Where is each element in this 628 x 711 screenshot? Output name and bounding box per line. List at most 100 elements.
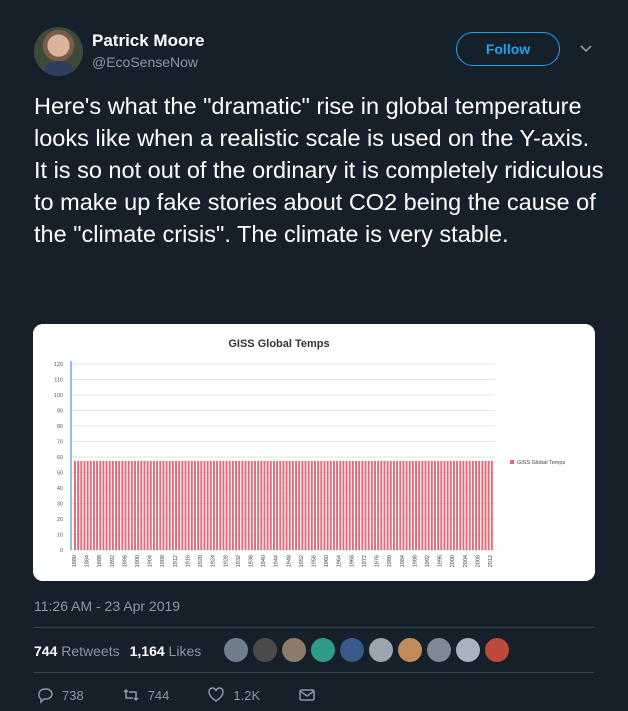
follow-button[interactable]: Follow — [456, 32, 560, 66]
bar — [320, 460, 323, 550]
x-tick-label: 1964 — [337, 555, 343, 567]
x-tick-label: 1972 — [362, 555, 368, 567]
retweet-button[interactable]: 744 — [122, 686, 170, 704]
divider — [34, 627, 594, 628]
author-handle[interactable]: @EcoSenseNow — [92, 54, 198, 70]
x-tick-label: 2008 — [475, 555, 481, 567]
x-tick-label: 1912 — [173, 555, 179, 567]
x-tick-label: 1936 — [248, 555, 254, 567]
bar — [291, 460, 294, 550]
bar — [418, 460, 421, 550]
liker-avatar[interactable] — [485, 638, 509, 662]
bar — [345, 460, 348, 550]
liker-avatar[interactable] — [398, 638, 422, 662]
x-tick-label: 1988 — [412, 555, 418, 567]
bar — [74, 460, 76, 550]
liker-avatar[interactable] — [282, 638, 306, 662]
bar — [244, 460, 247, 550]
chevron-down-icon[interactable] — [578, 40, 594, 56]
bar — [149, 460, 152, 550]
bar — [392, 460, 395, 550]
bar — [225, 460, 228, 550]
retweets-stat[interactable]: 744 Retweets — [34, 643, 120, 659]
bar — [487, 460, 490, 550]
bar — [370, 460, 373, 550]
bar — [430, 460, 433, 550]
bar — [118, 460, 121, 550]
y-tick-label: 110 — [54, 378, 63, 384]
bar — [235, 460, 238, 550]
x-tick-label: 1984 — [400, 555, 406, 567]
bar — [462, 460, 465, 550]
bar — [288, 460, 291, 550]
liker-avatar[interactable] — [253, 638, 277, 662]
retweets-count: 744 — [34, 643, 58, 659]
bar — [124, 460, 127, 550]
y-tick-label: 90 — [57, 409, 63, 415]
y-tick-label: 120 — [54, 362, 63, 368]
bar — [130, 460, 133, 550]
bar — [200, 460, 203, 550]
bar — [260, 460, 263, 550]
bar — [465, 460, 468, 550]
heart-icon — [208, 687, 225, 702]
bar — [272, 460, 275, 550]
bar — [222, 460, 225, 550]
bar — [364, 460, 367, 550]
liker-avatar[interactable] — [224, 638, 248, 662]
retweet-count: 744 — [147, 687, 170, 703]
bar — [269, 460, 272, 550]
y-tick-label: 50 — [57, 471, 63, 477]
liker-avatar[interactable] — [456, 638, 480, 662]
bar — [421, 460, 424, 550]
tweet-timestamp[interactable]: 11:26 AM - 23 Apr 2019 — [34, 598, 180, 614]
bar — [468, 460, 471, 550]
bar — [276, 460, 279, 550]
x-tick-label: 1944 — [274, 555, 280, 567]
bar — [367, 460, 370, 550]
tweet-image-chart[interactable]: GISS Global Temps 0 10 20 30 40 50 60 70 80 90 100… — [33, 324, 595, 581]
y-tick-label: 0 — [60, 548, 63, 554]
bar — [317, 460, 320, 550]
liker-avatar[interactable] — [369, 638, 393, 662]
liker-avatar[interactable] — [311, 638, 335, 662]
bar — [282, 460, 285, 550]
author-name[interactable]: Patrick Moore — [92, 31, 204, 51]
x-tick-label: 1888 — [97, 555, 103, 567]
bar — [342, 460, 345, 550]
liker-avatar[interactable] — [427, 638, 451, 662]
reply-button[interactable]: 738 — [36, 686, 84, 704]
liker-avatar[interactable] — [340, 638, 364, 662]
bar — [156, 460, 159, 550]
bar — [86, 460, 89, 550]
bar — [332, 460, 335, 550]
bar — [484, 460, 487, 550]
likes-stat[interactable]: 1,164 Likes — [130, 643, 202, 659]
bar — [295, 460, 298, 550]
bar — [171, 460, 174, 550]
x-tick-label: 1880 — [72, 555, 78, 567]
bar — [424, 460, 427, 550]
bar — [83, 460, 86, 550]
y-tick-label: 80 — [57, 424, 63, 430]
bar — [175, 460, 178, 550]
bar — [298, 460, 301, 550]
bar — [111, 460, 114, 550]
bar — [266, 460, 269, 550]
x-tick-label: 1892 — [110, 555, 116, 567]
direct-message-button[interactable] — [298, 686, 316, 704]
x-tick-label: 1968 — [349, 555, 355, 567]
author-avatar[interactable] — [34, 27, 83, 76]
like-button[interactable]: 1.2K — [207, 686, 260, 704]
bar — [443, 460, 446, 550]
bar — [383, 460, 386, 550]
bar — [178, 460, 181, 550]
bar — [323, 460, 326, 550]
legend-swatch — [510, 460, 514, 464]
x-tick-label: 1924 — [211, 555, 217, 567]
x-tick-label: 1928 — [223, 555, 229, 567]
bar — [194, 460, 196, 550]
x-tick-label: 1952 — [299, 555, 305, 567]
bar — [348, 460, 351, 550]
bar — [478, 460, 481, 550]
